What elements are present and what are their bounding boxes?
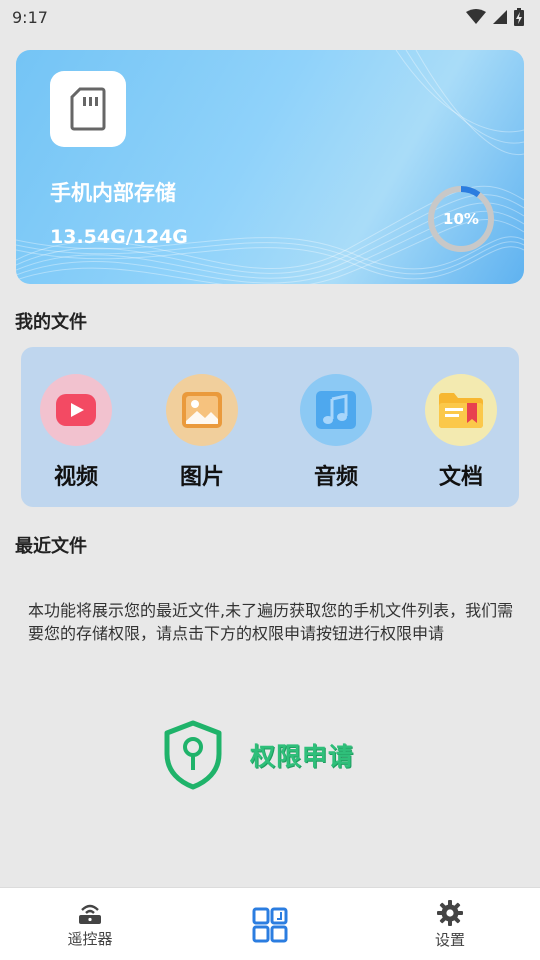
- battery-icon: [514, 8, 524, 26]
- gear-icon: [437, 899, 463, 926]
- category-audio-badge: [300, 374, 372, 446]
- grid-apps-icon: [252, 907, 288, 942]
- recent-files-title: 最近文件: [15, 536, 87, 557]
- shield-key-icon: [164, 720, 222, 790]
- storage-size: 13.54G/124G: [50, 226, 188, 248]
- status-time: 9:17: [12, 7, 48, 27]
- bottom-navigation: 遥控器 设置: [0, 887, 540, 960]
- category-audio[interactable]: 音频: [281, 347, 391, 507]
- category-documents-label: 文档: [438, 465, 483, 490]
- storage-title: 手机内部存储: [50, 181, 176, 205]
- music-note-icon: [316, 391, 356, 429]
- nav-files[interactable]: [210, 888, 330, 960]
- permission-request-button[interactable]: 权限申请: [162, 717, 392, 793]
- folder-document-icon: [439, 393, 483, 428]
- category-video-label: 视频: [53, 465, 98, 490]
- nav-remote[interactable]: 遥控器: [30, 888, 150, 960]
- cell-signal-icon: [493, 10, 507, 24]
- image-icon: [182, 392, 222, 428]
- category-documents-badge: [425, 374, 497, 446]
- remote-router-icon: [79, 904, 101, 924]
- status-icons: [466, 8, 524, 26]
- video-play-icon: [56, 394, 96, 426]
- category-images[interactable]: 图片: [147, 347, 257, 507]
- nav-settings-label: 设置: [434, 930, 465, 949]
- nav-remote-label: 遥控器: [67, 929, 113, 948]
- my-files-title: 我的文件: [15, 312, 87, 333]
- category-video[interactable]: 视频: [21, 347, 131, 507]
- file-categories-panel: 视频 图片 音频 文档: [21, 347, 519, 507]
- category-video-badge: [40, 374, 112, 446]
- internal-storage-card[interactable]: 手机内部存储 13.54G/124G 10%: [16, 50, 524, 284]
- wifi-icon: [466, 9, 486, 24]
- category-documents[interactable]: 文档: [406, 347, 516, 507]
- permission-request-label: 权限申请: [250, 742, 355, 771]
- sd-card-icon: [70, 87, 106, 131]
- status-bar: 9:17: [0, 0, 540, 34]
- recent-files-description: 本功能将展示您的最近文件,未了遍历获取您的手机文件列表，我们需要您的存储权限，请…: [28, 601, 514, 643]
- category-images-badge: [166, 374, 238, 446]
- category-images-label: 图片: [179, 465, 224, 490]
- category-audio-label: 音频: [313, 465, 358, 490]
- nav-settings[interactable]: 设置: [390, 888, 510, 960]
- storage-percent: 10%: [443, 210, 479, 228]
- sd-card-tile: [50, 71, 126, 147]
